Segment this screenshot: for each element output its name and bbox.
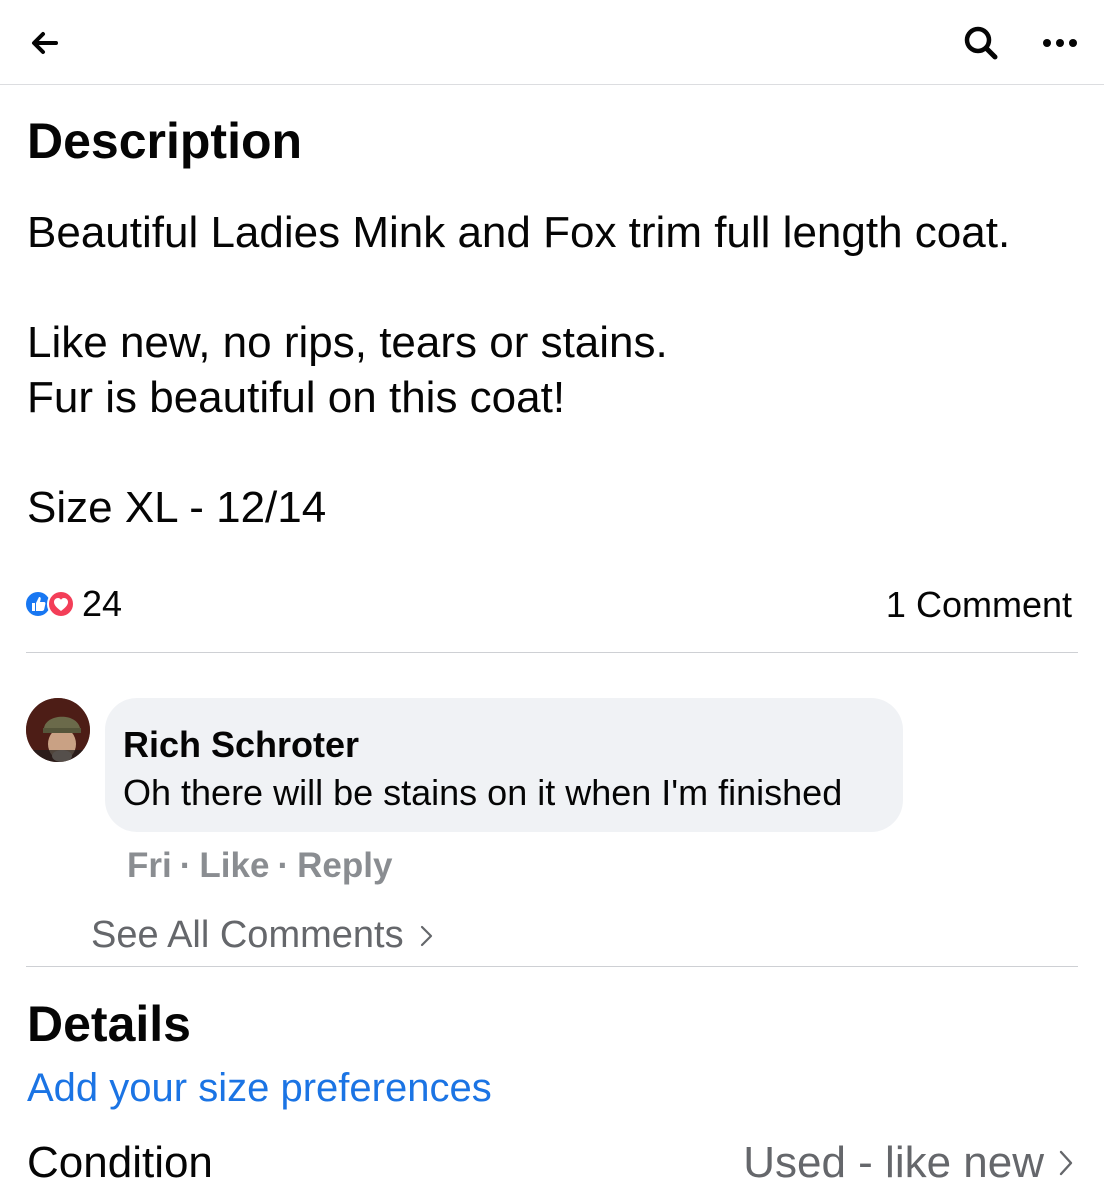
- divider: [26, 652, 1078, 653]
- meta-separator: ·: [179, 846, 192, 885]
- more-options-button[interactable]: [1034, 20, 1086, 66]
- comment-reply-button[interactable]: Reply: [297, 846, 392, 886]
- reaction-count: 24: [82, 583, 123, 624]
- add-size-preferences-link[interactable]: Add your size preferences: [27, 1066, 492, 1111]
- see-all-comments-link[interactable]: See All Comments: [91, 914, 434, 957]
- comment-count-link[interactable]: 1 Comment: [886, 584, 1072, 626]
- comment-author[interactable]: Rich Schroter: [123, 724, 359, 766]
- search-button[interactable]: [958, 20, 1004, 66]
- see-all-comments-label: See All Comments: [91, 914, 404, 956]
- top-bar: [0, 0, 1104, 85]
- comment-bubble: Rich Schroter Oh there will be stains on…: [105, 698, 903, 832]
- love-icon: [47, 590, 75, 618]
- chevron-right-icon: [1059, 1150, 1073, 1176]
- details-heading: Details: [27, 996, 191, 1052]
- reaction-icons: [24, 589, 80, 619]
- condition-value-text: Used - like new: [743, 1138, 1044, 1187]
- description-heading: Description: [27, 113, 303, 169]
- commenter-avatar-image: [26, 698, 90, 762]
- condition-value[interactable]: Used - like new: [743, 1138, 1074, 1188]
- back-button[interactable]: [22, 20, 68, 66]
- avatar[interactable]: [26, 698, 90, 762]
- condition-label: Condition: [27, 1138, 213, 1187]
- arrow-left-icon: [32, 32, 58, 54]
- chevron-right-icon: [420, 925, 432, 946]
- comment-like-button[interactable]: Like: [199, 846, 269, 886]
- comment-text: Oh there will be stains on it when I'm f…: [123, 772, 843, 813]
- comment-time: Fri: [127, 846, 172, 885]
- comment-actions: Fri · Like · Reply: [127, 846, 392, 886]
- divider: [26, 966, 1078, 967]
- search-icon: [964, 26, 998, 60]
- description-text: Beautiful Ladies Mink and Fox trim full …: [27, 208, 1011, 532]
- more-dots-icon: [1043, 39, 1077, 47]
- meta-separator: ·: [277, 846, 290, 885]
- reactions-summary[interactable]: 24: [24, 583, 123, 624]
